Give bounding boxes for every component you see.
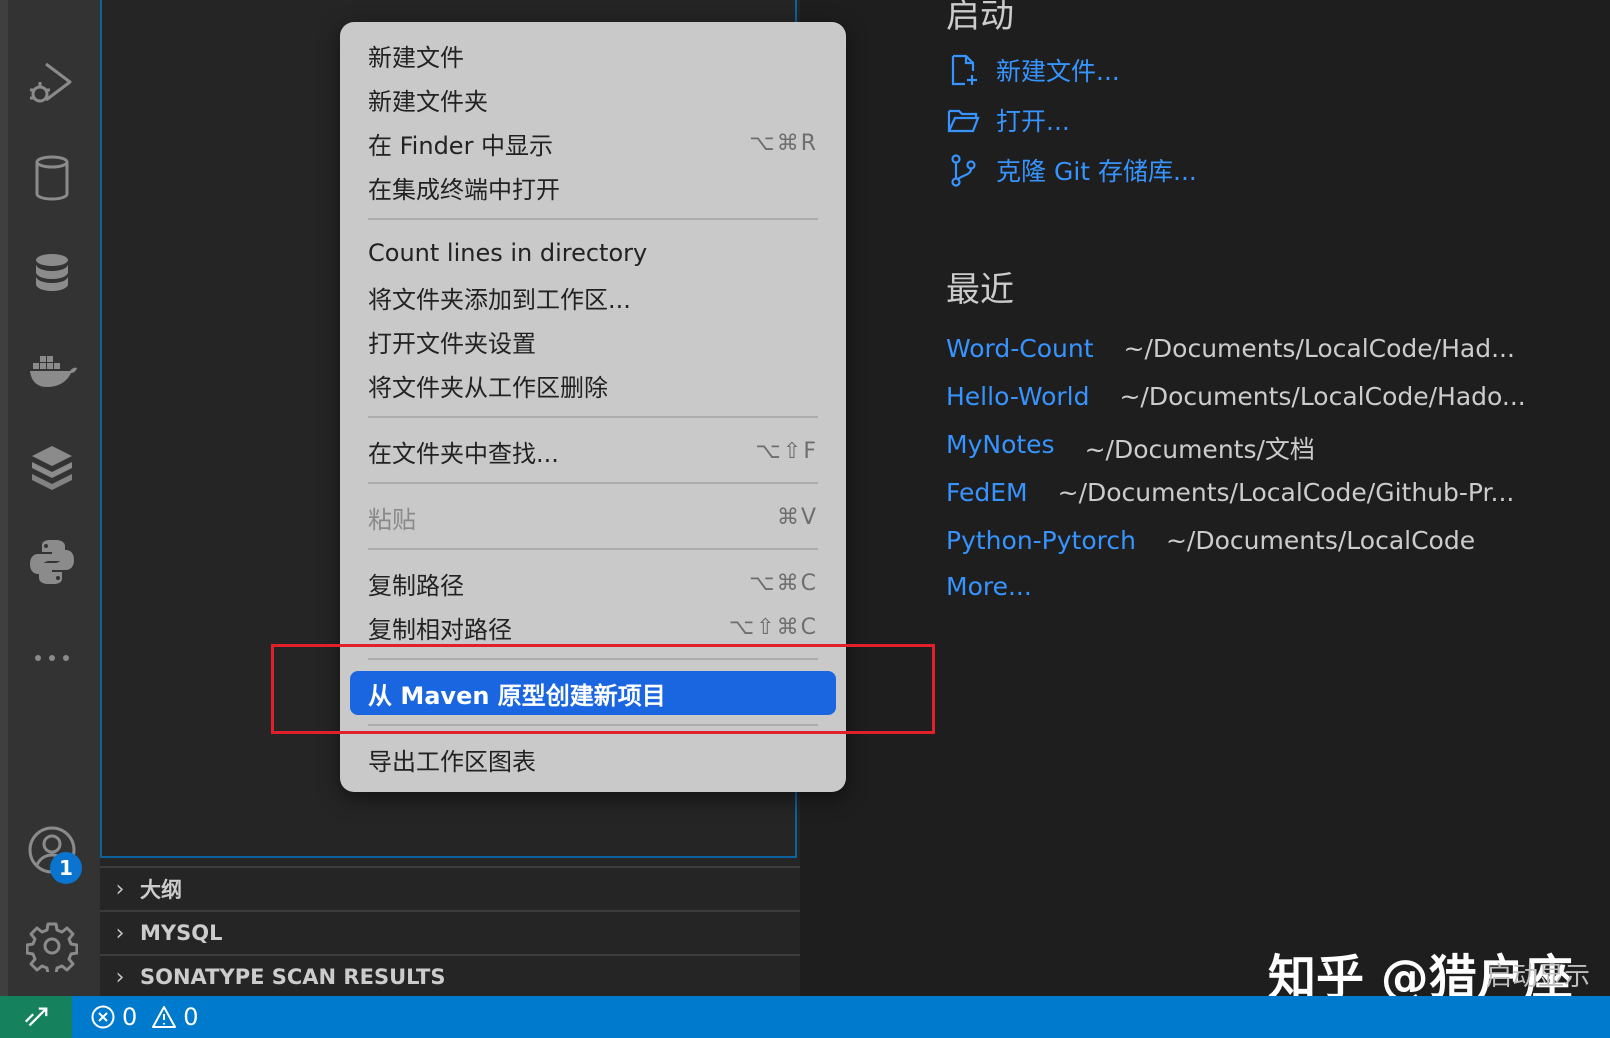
menu-item-copy-relative-path[interactable]: 复制相对路径 ⌥⇧⌘C	[340, 606, 846, 648]
menu-item-find-in-folder[interactable]: 在文件夹中查找... ⌥⇧F	[340, 430, 846, 472]
start-heading: 启动	[946, 0, 1014, 36]
account-badge: 1	[50, 852, 82, 884]
recent-project-link[interactable]: MyNotes	[946, 430, 1055, 466]
menu-item-export-workspace-diagram[interactable]: 导出工作区图表	[340, 738, 846, 780]
menu-item-reveal-in-finder[interactable]: 在 Finder 中显示 ⌥⌘R	[340, 122, 846, 164]
menu-item-label: Count lines in directory	[368, 239, 648, 267]
menu-item-add-folder-to-workspace[interactable]: 将文件夹添加到工作区...	[340, 276, 846, 318]
outline-section[interactable]: › 大纲	[100, 866, 800, 910]
recent-project-path: ~/Documents/文档	[1084, 435, 1315, 464]
recent-item: Python-Pytorch ~/Documents/LocalCode	[946, 526, 1475, 555]
menu-separator	[368, 658, 818, 660]
menu-item-shortcut: ⌥⌘R	[749, 130, 818, 156]
warning-count: 0	[183, 1003, 199, 1031]
menu-item-paste: 粘贴 ⌘V	[340, 496, 846, 538]
database-cylinder-icon[interactable]	[24, 150, 80, 206]
menu-item-label: 将文件夹从工作区删除	[368, 373, 608, 402]
clone-git-link[interactable]: 克隆 Git 存储库...	[946, 152, 1197, 188]
error-count: 0	[122, 1003, 138, 1031]
clone-git-label: 克隆 Git 存储库...	[996, 157, 1197, 186]
recent-project-path: ~/Documents/LocalCode/Github-Pr...	[1057, 478, 1515, 507]
menu-item-label: 从 Maven 原型创建新项目	[368, 681, 666, 710]
recent-heading: 最近	[946, 270, 1014, 310]
menu-item-new-folder[interactable]: 新建文件夹	[340, 78, 846, 120]
layers-icon[interactable]	[24, 438, 80, 494]
menu-item-label: 在集成终端中打开	[368, 175, 560, 204]
section-label: MYSQL	[140, 921, 223, 945]
more-icon[interactable]	[24, 630, 80, 686]
menu-item-open-in-terminal[interactable]: 在集成终端中打开	[340, 166, 846, 208]
menu-item-copy-path[interactable]: 复制路径 ⌥⌘C	[340, 562, 846, 604]
recent-project-link[interactable]: FedEM	[946, 478, 1028, 507]
chevron-right-icon: ›	[115, 876, 125, 902]
context-menu: 新建文件 新建文件夹 在 Finder 中显示 ⌥⌘R 在集成终端中打开 Cou…	[340, 22, 846, 792]
menu-item-label: 粘贴	[368, 505, 416, 534]
menu-item-label: 复制相对路径	[368, 615, 512, 644]
menu-separator	[368, 218, 818, 220]
open-folder-icon	[947, 109, 980, 133]
run-debug-icon[interactable]	[24, 54, 80, 110]
menu-item-maven-archetype[interactable]: 从 Maven 原型创建新项目	[350, 671, 836, 715]
remote-indicator[interactable]	[0, 996, 72, 1038]
git-branch-icon	[951, 154, 976, 187]
recent-project-path: ~/Documents/LocalCode/Hado...	[1119, 382, 1526, 411]
menu-item-shortcut: ⌥⌘C	[749, 570, 818, 596]
new-file-link[interactable]: 新建文件...	[946, 52, 1120, 88]
menu-item-label: 在文件夹中查找...	[368, 439, 559, 468]
menu-item-shortcut: ⌘V	[776, 504, 818, 530]
menu-separator	[368, 482, 818, 484]
menu-item-label: 新建文件夹	[368, 87, 488, 116]
chevron-right-icon: ›	[115, 920, 125, 946]
menu-separator	[368, 548, 818, 550]
menu-item-label: 打开文件夹设置	[368, 329, 536, 358]
python-icon[interactable]	[24, 534, 80, 590]
settings-icon[interactable]	[24, 918, 80, 974]
recent-item: MyNotes ~/Documents/文档	[946, 430, 1315, 466]
recent-project-link[interactable]: Python-Pytorch	[946, 526, 1136, 555]
recent-project-link[interactable]: Hello-World	[946, 382, 1089, 411]
activity-bar: 1	[0, 0, 100, 996]
section-label: 大纲	[140, 878, 182, 902]
menu-item-shortcut: ⌥⇧⌘C	[728, 614, 818, 640]
recent-project-link[interactable]: Word-Count	[946, 334, 1094, 363]
menu-item-new-file[interactable]: 新建文件	[340, 34, 846, 76]
sonatype-section[interactable]: › SONATYPE SCAN RESULTS	[100, 954, 800, 998]
activity-bar-edge	[0, 0, 8, 996]
new-file-label: 新建文件...	[996, 57, 1120, 86]
recent-project-path: ~/Documents/LocalCode/Had...	[1123, 334, 1515, 363]
problems-indicator[interactable]: 0 0	[90, 1003, 213, 1031]
menu-separator	[368, 416, 818, 418]
menu-separator	[368, 724, 818, 726]
menu-item-shortcut: ⌥⇧F	[755, 438, 818, 464]
section-label: SONATYPE SCAN RESULTS	[140, 965, 446, 989]
recent-item: Word-Count ~/Documents/LocalCode/Had...	[946, 334, 1515, 363]
menu-item-label: 导出工作区图表	[368, 747, 536, 776]
recent-item: FedEM ~/Documents/LocalCode/Github-Pr...	[946, 478, 1514, 507]
menu-item-label: 将文件夹添加到工作区...	[368, 285, 631, 314]
new-file-icon	[951, 54, 977, 86]
menu-item-label: 在 Finder 中显示	[368, 131, 554, 160]
open-label: 打开...	[996, 107, 1070, 136]
menu-item-remove-folder[interactable]: 将文件夹从工作区删除	[340, 364, 846, 406]
open-link[interactable]: 打开...	[946, 102, 1070, 138]
menu-item-folder-settings[interactable]: 打开文件夹设置	[340, 320, 846, 362]
recent-item: Hello-World ~/Documents/LocalCode/Hado..…	[946, 382, 1526, 411]
remote-icon	[24, 1007, 48, 1027]
recent-project-path: ~/Documents/LocalCode	[1165, 526, 1476, 555]
menu-item-label: 复制路径	[368, 571, 464, 600]
status-bar: 0 0	[0, 996, 1610, 1038]
menu-item-count-lines[interactable]: Count lines in directory	[340, 232, 846, 274]
database-stack-icon[interactable]	[24, 246, 80, 302]
watermark-underlay-text: 启动显示	[1486, 962, 1591, 992]
docker-icon[interactable]	[24, 342, 80, 398]
menu-item-label: 新建文件	[368, 43, 464, 72]
chevron-right-icon: ›	[115, 964, 125, 990]
error-icon	[91, 1005, 115, 1029]
more-recent-link[interactable]: More...	[946, 572, 1032, 601]
mysql-section[interactable]: › MYSQL	[100, 910, 800, 954]
warning-icon	[152, 1006, 177, 1028]
